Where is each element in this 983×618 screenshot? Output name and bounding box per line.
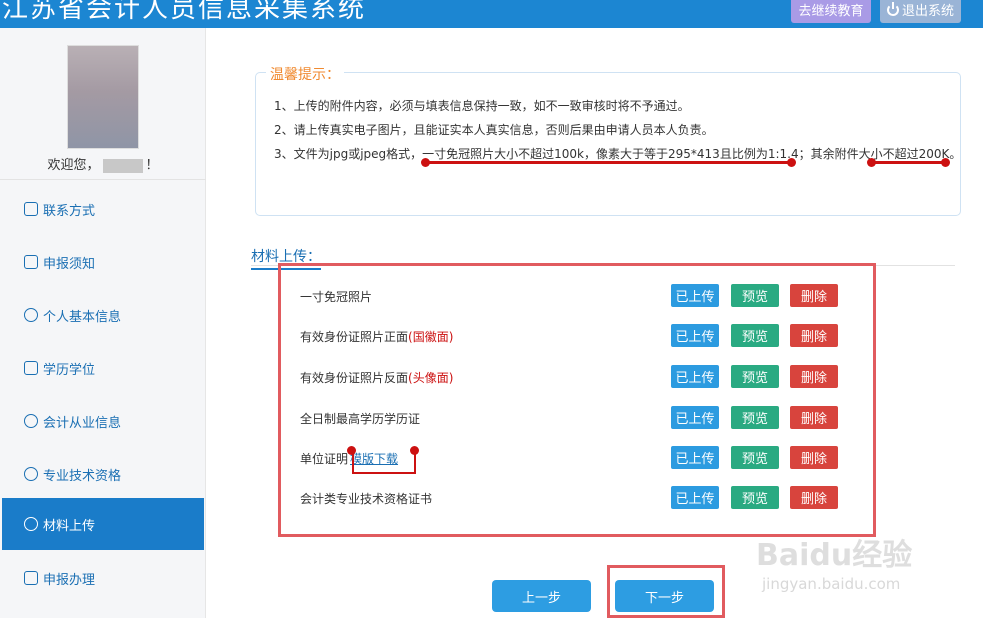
logout-button[interactable]: 退出系统 xyxy=(880,0,961,23)
notice-title: 温馨提示： xyxy=(266,64,344,84)
sidebar-item-label: 个人基本信息 xyxy=(43,309,122,325)
annotation-dot xyxy=(410,446,419,455)
sidebar-item-application[interactable]: 申报办理 xyxy=(2,552,204,604)
file-row-id-back: 有效身份证照片反面(头像面) 已上传 预览 删除 xyxy=(300,365,840,389)
file-name: 有效身份证照片反面(头像面) xyxy=(300,371,454,385)
sidebar-item-qualification[interactable]: 专业技术资格 xyxy=(2,448,204,500)
sidebar-item-label: 专业技术资格 xyxy=(43,468,122,484)
file-name: 全日制最高学历学历证 xyxy=(300,412,421,426)
sidebar-item-label: 申报办理 xyxy=(43,572,96,588)
avatar xyxy=(67,45,139,149)
annotation-dot xyxy=(867,158,876,167)
annotation-dot xyxy=(421,158,430,167)
delete-button[interactable]: 删除 xyxy=(790,486,838,509)
notice-icon xyxy=(24,255,38,269)
delete-button[interactable]: 删除 xyxy=(790,406,838,429)
sidebar-item-upload[interactable]: 材料上传 xyxy=(2,498,204,550)
annotation-dot xyxy=(787,158,796,167)
file-name: 会计类专业技术资格证书 xyxy=(300,492,433,506)
notice-line-3: 3、文件为jpg或jpeg格式，一寸免冠照片大小不超过100k，像素大于等于29… xyxy=(274,147,962,161)
annotation-frame xyxy=(352,449,416,474)
notice-box: 温馨提示： 1、上传的附件内容，必须与填表信息保持一致，如不一致审核时将不予通过… xyxy=(255,64,962,216)
header-bar: 江苏省会计人员信息采集系统 去继续教育 退出系统 xyxy=(0,0,983,28)
previous-step-button[interactable]: 上一步 xyxy=(492,580,591,612)
annotation-dot xyxy=(347,446,356,455)
watermark-url: jingyan.baidu.com xyxy=(762,575,901,593)
sidebar-item-contact[interactable]: 联系方式 xyxy=(2,183,204,235)
file-row-accounting-cert: 会计类专业技术资格证书 已上传 预览 删除 xyxy=(300,486,840,510)
delete-button[interactable]: 删除 xyxy=(790,446,838,469)
preview-button[interactable]: 预览 xyxy=(731,365,779,388)
uploaded-button[interactable]: 已上传 xyxy=(671,446,719,469)
uploaded-button[interactable]: 已上传 xyxy=(671,406,719,429)
graduation-cap-icon xyxy=(24,361,38,375)
welcome-prefix: 欢迎您， xyxy=(47,158,100,173)
preview-button[interactable]: 预览 xyxy=(731,284,779,307)
file-row-photo: 一寸免冠照片 已上传 预览 删除 xyxy=(300,284,840,308)
sidebar: 欢迎您， ！ 联系方式 申报须知 个人基本信息 学历学位 会计从业信息 专业技术资… xyxy=(0,28,206,618)
uploaded-button[interactable]: 已上传 xyxy=(671,284,719,307)
sidebar-item-label: 会计从业信息 xyxy=(43,415,122,431)
preview-button[interactable]: 预览 xyxy=(731,486,779,509)
uploaded-button[interactable]: 已上传 xyxy=(671,324,719,347)
preview-button[interactable]: 预览 xyxy=(731,406,779,429)
sidebar-item-notice[interactable]: 申报须知 xyxy=(2,236,204,288)
file-row-id-front: 有效身份证照片正面(国徽面) 已上传 预览 删除 xyxy=(300,324,840,348)
sidebar-item-label: 材料上传 xyxy=(43,518,96,534)
delete-button[interactable]: 删除 xyxy=(790,284,838,307)
profile-panel: 欢迎您， ！ xyxy=(0,28,206,180)
welcome-suffix: ！ xyxy=(145,158,159,173)
annotation-underline xyxy=(872,161,947,164)
logout-label: 退出系统 xyxy=(901,4,954,19)
file-name: 一寸免冠照片 xyxy=(300,290,373,304)
welcome-text: 欢迎您， ！ xyxy=(0,154,206,173)
annotation-dot xyxy=(941,158,950,167)
sidebar-item-label: 申报须知 xyxy=(43,256,96,272)
app-root: 江苏省会计人员信息采集系统 去继续教育 退出系统 欢迎您， ！ 联系方式 申报须知… xyxy=(0,0,983,618)
file-row-diploma: 全日制最高学历学历证 已上传 预览 删除 xyxy=(300,406,840,430)
form-icon xyxy=(24,571,38,585)
blurred-username xyxy=(102,158,143,173)
delete-button[interactable]: 删除 xyxy=(790,365,838,388)
preview-button[interactable]: 预览 xyxy=(731,446,779,469)
uploaded-button[interactable]: 已上传 xyxy=(671,365,719,388)
users-icon xyxy=(24,414,38,428)
sidebar-item-label: 学历学位 xyxy=(43,362,96,378)
sidebar-item-education[interactable]: 学历学位 xyxy=(2,342,204,394)
annotation-underline xyxy=(425,161,793,164)
uploaded-button[interactable]: 已上传 xyxy=(671,486,719,509)
sidebar-item-accounting-info[interactable]: 会计从业信息 xyxy=(2,395,204,447)
continue-education-button[interactable]: 去继续教育 xyxy=(791,0,871,23)
cloud-upload-icon xyxy=(24,517,38,531)
file-name: 有效身份证照片正面(国徽面) xyxy=(300,330,454,344)
delete-button[interactable]: 删除 xyxy=(790,324,838,347)
sidebar-item-personal-info[interactable]: 个人基本信息 xyxy=(2,289,204,341)
preview-button[interactable]: 预览 xyxy=(731,324,779,347)
info-circle-icon xyxy=(24,467,38,481)
watermark-logo: Baidu经验 xyxy=(756,538,913,573)
user-icon xyxy=(24,308,38,322)
power-icon xyxy=(886,1,899,16)
next-step-button[interactable]: 下一步 xyxy=(615,580,714,612)
notice-line-1: 1、上传的附件内容，必须与填表信息保持一致，如不一致审核时将不予通过。 xyxy=(274,99,690,113)
notice-line-2: 2、请上传真实电子图片，且能证实本人真实信息，否则后果由申请人员本人负责。 xyxy=(274,123,714,137)
sidebar-item-label: 联系方式 xyxy=(43,203,96,219)
address-card-icon xyxy=(24,202,38,216)
app-title: 江苏省会计人员信息采集系统 xyxy=(2,0,367,24)
